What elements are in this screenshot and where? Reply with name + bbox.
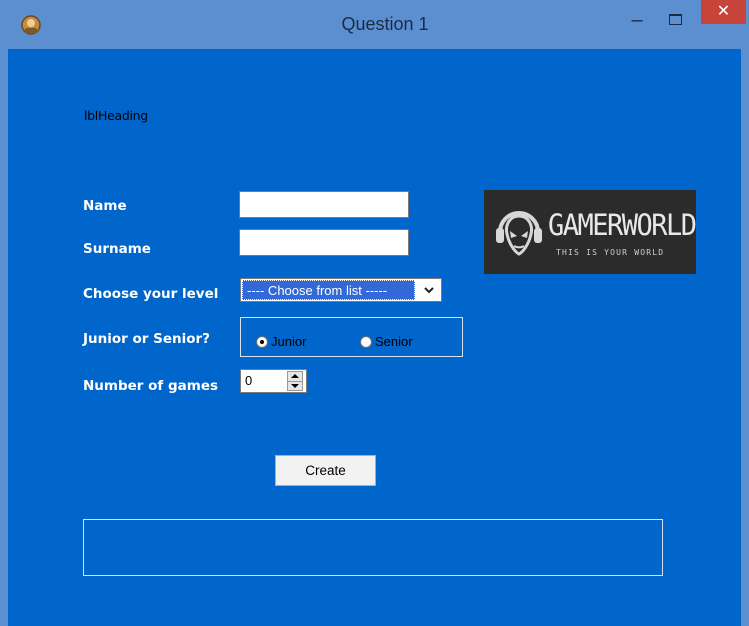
heading-label: lblHeading	[84, 108, 148, 123]
minimize-button[interactable]: –	[622, 2, 652, 42]
create-button[interactable]: Create	[275, 455, 376, 486]
form-area: lblHeading Name Surname Choose your leve…	[8, 49, 741, 626]
radio-junior[interactable]: Junior	[256, 334, 306, 350]
alien-headphones-icon	[496, 211, 542, 256]
close-button[interactable]: ✕	[701, 0, 746, 24]
output-box	[83, 519, 663, 576]
games-stepper[interactable]: 0	[240, 369, 307, 393]
level-label: Choose your level	[83, 286, 219, 302]
games-value[interactable]: 0	[245, 373, 252, 388]
logo-tagline: THIS IS YOUR WORLD	[556, 248, 665, 257]
junior-senior-label: Junior or Senior?	[83, 331, 211, 347]
level-selected-value: ---- Choose from list -----	[242, 280, 415, 300]
level-type-group: Junior Senior	[240, 317, 463, 357]
chevron-down-icon[interactable]	[419, 280, 439, 300]
arrow-down-icon[interactable]	[288, 381, 302, 391]
radio-senior-label: Senior	[375, 334, 413, 349]
surname-label: Surname	[83, 241, 151, 257]
maximize-icon	[668, 14, 682, 25]
radio-checked-icon[interactable]	[256, 336, 268, 348]
logo-title: GAMERWORLD	[548, 208, 697, 243]
maximize-button[interactable]	[660, 2, 690, 42]
radio-senior[interactable]: Senior	[360, 334, 413, 350]
stepper-buttons	[287, 371, 303, 391]
title-bar[interactable]: Question 1 – ✕	[0, 0, 749, 49]
radio-junior-label: Junior	[271, 334, 307, 349]
minimize-icon: –	[631, 9, 643, 31]
level-dropdown[interactable]: ---- Choose from list -----	[240, 278, 442, 302]
name-label: Name	[83, 198, 127, 214]
arrow-up-icon[interactable]	[288, 372, 302, 381]
name-input[interactable]	[239, 191, 409, 218]
gamerworld-logo: GAMERWORLD THIS IS YOUR WORLD	[484, 190, 697, 274]
radio-unchecked-icon[interactable]	[360, 336, 372, 348]
games-label: Number of games	[83, 378, 219, 394]
app-window: Question 1 – ✕ lblHeading Name Surname C…	[0, 0, 749, 626]
surname-input[interactable]	[239, 229, 409, 256]
close-icon: ✕	[716, 3, 731, 20]
